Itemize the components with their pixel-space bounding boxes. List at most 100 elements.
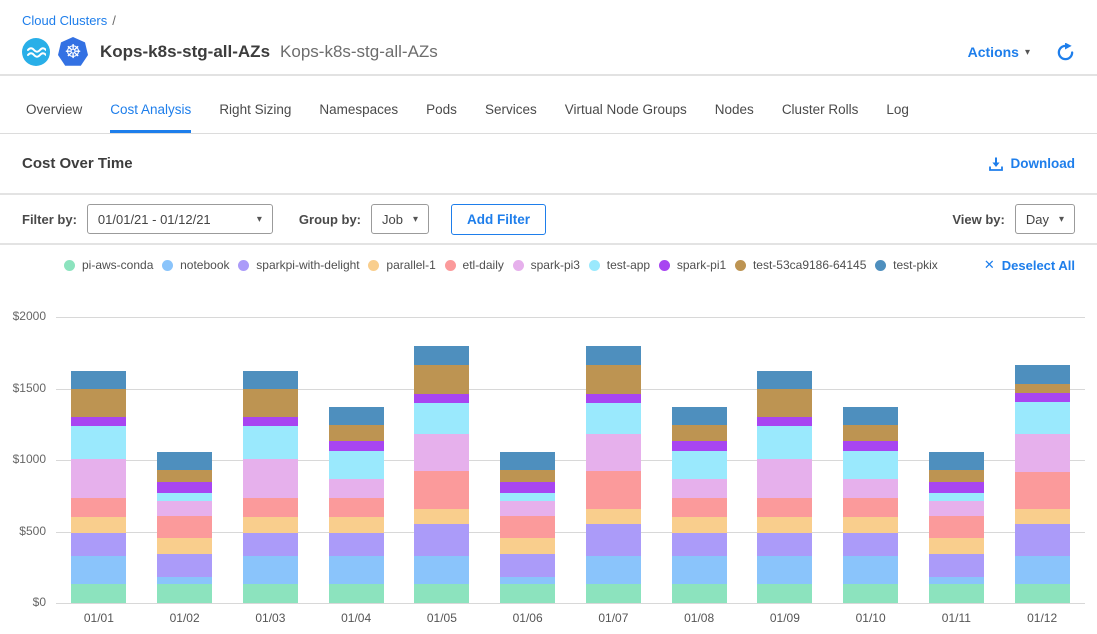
gridline [56,603,1085,604]
cost-over-time-section-header: Cost Over Time Download [0,134,1097,195]
bar-segment-sparkpi-with-delight [757,533,812,556]
bar-segment-spark-pi3 [929,501,984,516]
bar-segment-etl-daily [71,498,126,517]
date-range-select[interactable]: 01/01/21 - 01/12/21 ▾ [87,204,273,234]
legend-item-sparkpi-with-delight[interactable]: sparkpi-with-delight [238,258,359,272]
bar-segment-etl-daily [243,498,298,517]
bar-segment-spark-pi3 [500,501,555,516]
tab-right-sizing[interactable]: Right Sizing [219,76,291,133]
bar-segment-spark-pi1 [414,394,469,403]
tab-cost-analysis[interactable]: Cost Analysis [110,76,191,133]
download-button[interactable]: Download [988,156,1076,172]
chart-plot [56,317,1085,603]
bar-segment-test-app [1015,402,1070,434]
x-tick-label: 01/08 [656,611,742,625]
bar-segment-test-pkix [329,407,384,425]
bar-segment-etl-daily [157,516,212,538]
legend-item-spark-pi1[interactable]: spark-pi1 [659,258,726,272]
tabs: Overview Cost Analysis Right Sizing Namespa… [0,76,1097,134]
y-tick-label: $1000 [13,452,46,466]
legend-label: notebook [180,258,229,272]
tab-pods[interactable]: Pods [426,76,457,133]
legend-item-test-53ca9186-64145[interactable]: test-53ca9186-64145 [735,258,866,272]
cost-over-time-chart: $0$500$1000$1500$2000 01/0101/0201/0301/… [0,285,1097,634]
group-by-select[interactable]: Job ▾ [371,204,429,234]
y-axis: $0$500$1000$1500$2000 [0,317,46,603]
bar-segment-test-53ca9186-64145 [757,389,812,417]
bar-segment-test-app [243,426,298,459]
bar-segment-pi-aws-conda [329,584,384,603]
bar-segment-spark-pi1 [843,441,898,451]
bar-segment-pi-aws-conda [500,584,555,603]
legend-item-spark-pi3[interactable]: spark-pi3 [513,258,580,272]
x-tick-label: 01/07 [571,611,657,625]
bar-segment-test-pkix [157,452,212,470]
tab-cluster-rolls[interactable]: Cluster Rolls [782,76,859,133]
y-tick-label: $2000 [13,309,46,323]
bar-segment-notebook [500,577,555,584]
bar-segment-parallel-1 [243,517,298,533]
bars-container [56,317,1085,603]
tab-services[interactable]: Services [485,76,537,133]
bar-segment-pi-aws-conda [414,584,469,603]
bar-segment-test-app [71,426,126,459]
legend-item-etl-daily[interactable]: etl-daily [445,258,504,272]
tab-virtual-node-groups[interactable]: Virtual Node Groups [565,76,687,133]
actions-button[interactable]: Actions ▾ [968,44,1030,60]
bar-segment-parallel-1 [414,509,469,523]
bar-segment-notebook [929,577,984,584]
bar-segment-test-pkix [757,371,812,389]
bar-segment-sparkpi-with-delight [1015,524,1070,556]
tab-log[interactable]: Log [886,76,909,133]
bar-segment-test-53ca9186-64145 [929,470,984,482]
filter-by-label: Filter by: [22,212,77,227]
legend-item-test-app[interactable]: test-app [589,258,650,272]
tab-namespaces[interactable]: Namespaces [319,76,398,133]
bar-segment-test-pkix [672,407,727,425]
bar-segment-test-app [672,451,727,480]
bar-segment-test-pkix [414,346,469,365]
bar-segment-sparkpi-with-delight [414,524,469,556]
bar-01/08 [672,407,727,603]
page-header: Cloud Clusters / ☸ Kops-k8s-stg-all-AZs … [0,0,1097,76]
bar-segment-spark-pi3 [1015,434,1070,472]
bar-segment-test-53ca9186-64145 [71,389,126,417]
bar-segment-sparkpi-with-delight [329,533,384,556]
legend-item-notebook[interactable]: notebook [162,258,229,272]
bar-segment-spark-pi3 [329,479,384,498]
tab-nodes[interactable]: Nodes [715,76,754,133]
refresh-icon[interactable] [1056,43,1075,62]
bar-segment-spark-pi3 [414,434,469,471]
bar-segment-spark-pi1 [243,417,298,426]
bar-segment-notebook [157,577,212,584]
bar-01/01 [71,371,126,603]
legend-dot-icon [735,260,746,271]
x-tick-label: 01/10 [828,611,914,625]
legend-dot-icon [875,260,886,271]
deselect-all-button[interactable]: ✕ Deselect All [984,257,1075,273]
bar-segment-pi-aws-conda [757,584,812,603]
add-filter-button[interactable]: Add Filter [451,204,546,235]
download-icon [988,156,1004,172]
bar-segment-test-53ca9186-64145 [329,425,384,441]
bar-segment-etl-daily [672,498,727,517]
legend-item-parallel-1[interactable]: parallel-1 [368,258,435,272]
date-range-value: 01/01/21 - 01/12/21 [98,212,211,227]
bar-segment-pi-aws-conda [243,584,298,603]
bar-segment-test-app [329,451,384,480]
legend-item-test-pkix[interactable]: test-pkix [875,258,938,272]
legend-label: parallel-1 [386,258,435,272]
view-by-select[interactable]: Day ▾ [1015,204,1075,234]
tab-overview[interactable]: Overview [26,76,82,133]
legend-label: sparkpi-with-delight [256,258,359,272]
breadcrumb-separator: / [112,13,116,28]
breadcrumb-link-cloud-clusters[interactable]: Cloud Clusters [22,13,107,28]
chart-legend-row: pi-aws-conda notebook sparkpi-with-delight… [0,245,1097,285]
kubernetes-wheel-glyph: ☸ [64,43,81,62]
x-tick-label: 01/01 [56,611,142,625]
x-tick-label: 01/11 [914,611,1000,625]
legend-label: test-app [607,258,650,272]
bar-01/04 [329,407,384,603]
bar-segment-parallel-1 [586,509,641,523]
legend-item-pi-aws-conda[interactable]: pi-aws-conda [64,258,153,272]
